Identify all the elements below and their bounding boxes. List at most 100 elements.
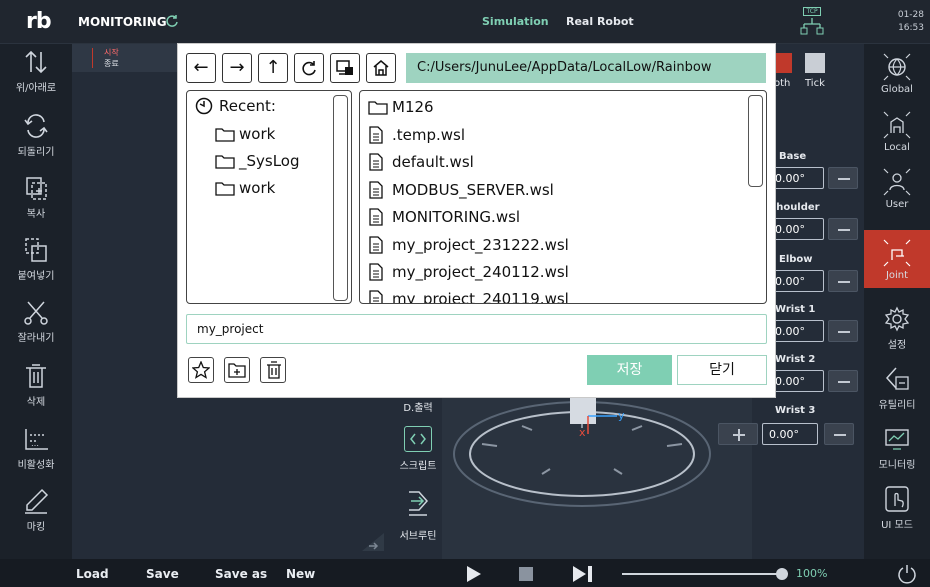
joint-name-wrist3: Wrist 3 — [775, 405, 816, 416]
power-icon[interactable] — [896, 563, 918, 585]
new-folder-icon — [228, 363, 246, 378]
pen-icon — [25, 488, 49, 514]
utility-label: 유틸리티 — [878, 400, 916, 411]
tick-checkbox[interactable] — [805, 53, 825, 73]
speed-slider-knob[interactable] — [776, 568, 788, 580]
save-program-button[interactable]: Save — [146, 567, 179, 581]
speed-value: 100% — [796, 567, 828, 580]
joint-name-wrist1: Wrist 1 — [775, 304, 816, 315]
cut-button[interactable]: 잘라내기 — [0, 298, 72, 344]
network-icon — [800, 18, 824, 35]
local-frame-button[interactable]: Local — [864, 110, 930, 153]
tab-real-robot[interactable]: Real Robot — [566, 15, 634, 28]
mode-title: MONITORING — [78, 15, 167, 29]
file-name: M126 — [392, 98, 434, 116]
file-name: MODBUS_SERVER.wsl — [392, 181, 554, 199]
both-label: oth — [774, 78, 791, 89]
close-button[interactable]: 닫기 — [677, 355, 767, 385]
speed-slider-track — [622, 568, 788, 580]
wrist2-minus-button[interactable] — [828, 370, 858, 392]
filename-input[interactable]: my_project — [186, 314, 767, 344]
up-down-label: 위/아래로 — [15, 83, 57, 94]
local-label: Local — [884, 142, 910, 153]
recent-pane: Recent: work _SysLog work — [186, 90, 352, 304]
forward-button[interactable]: → — [222, 53, 252, 83]
dout-label[interactable]: D.출력 — [390, 399, 446, 414]
trash-icon — [267, 361, 281, 379]
joint-icon — [883, 239, 911, 267]
joint-value-base[interactable]: 0.00° — [768, 167, 824, 189]
monitoring-button[interactable]: 모니터링 — [864, 424, 930, 471]
copy-label: 복사 — [26, 209, 46, 220]
new-folder-button[interactable] — [224, 357, 250, 383]
joint-name-wrist2: Wrist 2 — [775, 354, 816, 365]
joint-value-wrist1[interactable]: 0.00° — [768, 320, 824, 342]
file-name: my_project_231222.wsl — [392, 236, 569, 254]
undo-button[interactable]: 되돌리기 — [0, 112, 72, 158]
favorite-button[interactable] — [188, 357, 214, 383]
base-minus-button[interactable] — [828, 167, 858, 189]
new-button[interactable]: New — [286, 567, 315, 581]
tcp-button[interactable]: TCP — [800, 7, 830, 37]
joint-name-elbow: Elbow — [779, 254, 813, 265]
paste-label: 붙여넣기 — [17, 271, 55, 282]
tree-line — [92, 48, 93, 68]
disable-button[interactable]: … 비활성화 — [0, 425, 72, 471]
recent-item-label: work — [239, 179, 276, 197]
tab-simulation[interactable]: Simulation — [482, 15, 549, 28]
joint-value-wrist2[interactable]: 0.00° — [768, 370, 824, 392]
subroutine-icon[interactable] — [405, 489, 431, 519]
file-icon — [369, 290, 383, 303]
ui-mode-button[interactable]: UI 모드 — [864, 484, 930, 531]
joint-frame-button[interactable]: Joint — [864, 230, 930, 288]
back-button[interactable]: ← — [186, 53, 216, 83]
elbow-minus-button[interactable] — [828, 270, 858, 292]
wrist3-minus-button[interactable] — [824, 423, 854, 445]
load-button[interactable]: Load — [76, 567, 109, 581]
date: 01-28 — [897, 10, 924, 20]
folder-icon — [215, 182, 235, 196]
paste-button[interactable]: 붙여넣기 — [0, 236, 72, 282]
paste-icon — [25, 238, 47, 262]
star-icon — [192, 361, 210, 379]
up-folder-button[interactable]: ↑ — [258, 53, 288, 83]
file-icon — [369, 126, 383, 144]
user-frame-icon — [883, 168, 911, 196]
marking-label: 마킹 — [26, 522, 46, 533]
delete-button[interactable]: 삭제 — [0, 362, 72, 408]
global-frame-button[interactable]: Global — [864, 52, 930, 95]
joint-value-shoulder[interactable]: 0.00° — [768, 218, 824, 240]
play-icon[interactable] — [466, 565, 482, 583]
tree-end[interactable]: 종료 — [104, 58, 119, 69]
save-as-button[interactable]: Save as — [215, 567, 267, 581]
drive-button[interactable] — [330, 53, 360, 83]
file-icon — [369, 153, 383, 171]
wrist3-plus-button[interactable] — [718, 423, 758, 445]
save-button[interactable]: 저장 — [587, 355, 672, 385]
home-button[interactable] — [366, 53, 396, 83]
joint-value-elbow[interactable]: 0.00° — [768, 270, 824, 292]
refresh-button[interactable] — [294, 53, 324, 83]
delete-file-button[interactable] — [260, 357, 286, 383]
tree-start[interactable]: 시작 — [104, 47, 119, 58]
up-down-button[interactable]: 위/아래로 — [0, 48, 72, 94]
code-icon — [410, 433, 426, 445]
file-list: M126 .temp.wsl default.wsl MODBUS_SERVER… — [359, 90, 767, 304]
tick-label: Tick — [805, 78, 825, 89]
step-icon[interactable] — [572, 565, 594, 583]
copy-button[interactable]: 복사 — [0, 174, 72, 220]
stop-button[interactable] — [519, 567, 533, 581]
marking-button[interactable]: 마킹 — [0, 487, 72, 533]
settings-button[interactable]: 설정 — [864, 304, 930, 351]
refresh-icon[interactable] — [165, 14, 179, 28]
arrow-right-icon — [362, 533, 384, 551]
joint-value-wrist3[interactable]: 0.00° — [762, 423, 818, 445]
script-button[interactable] — [404, 426, 432, 452]
utility-button[interactable]: 유틸리티 — [864, 364, 930, 411]
file-list-scrollbar[interactable] — [748, 95, 763, 187]
recent-scrollbar[interactable] — [333, 95, 348, 301]
shoulder-minus-button[interactable] — [828, 218, 858, 240]
user-frame-button[interactable]: User — [864, 167, 930, 210]
path-field[interactable]: C:/Users/JunuLee/AppData/LocalLow/Rainbo… — [406, 53, 766, 83]
wrist1-minus-button[interactable] — [828, 320, 858, 342]
